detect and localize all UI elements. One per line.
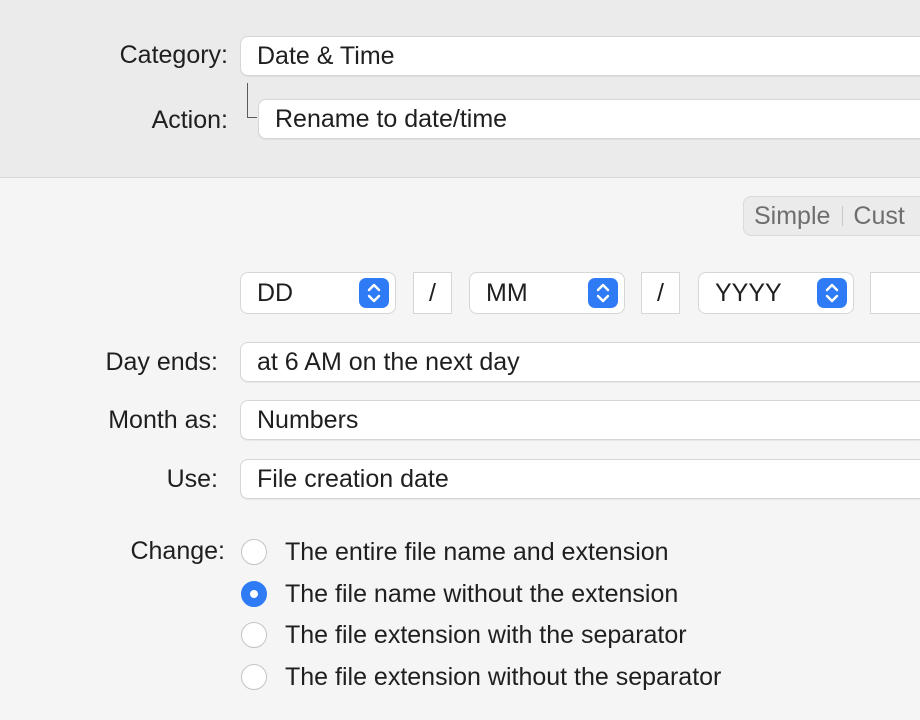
radio-label: The file name without the extension (285, 579, 679, 608)
change-option-name-only[interactable]: The file name without the extension (241, 577, 678, 611)
separator-field-2[interactable]: / (641, 272, 680, 314)
change-option-ext-without-sep[interactable]: The file extension without the separator (241, 660, 721, 694)
radio-button[interactable] (241, 539, 267, 565)
radio-button[interactable] (241, 664, 267, 690)
month-as-value: Numbers (257, 406, 359, 434)
action-label: Action: (151, 106, 228, 134)
trailing-separator-field[interactable] (870, 272, 920, 314)
radio-button[interactable] (241, 622, 267, 648)
separator-1-text: / (429, 279, 436, 307)
change-option-entire[interactable]: The entire file name and extension (241, 535, 669, 569)
action-popup[interactable]: Rename to date/time (258, 99, 920, 139)
category-label: Category: (119, 41, 228, 69)
separator-field-1[interactable]: / (413, 272, 452, 314)
day-format-popup[interactable]: DD (240, 272, 396, 314)
day-ends-label: Day ends: (105, 348, 218, 376)
simple-mode-button[interactable]: Simple (744, 197, 842, 235)
month-as-label: Month as: (108, 406, 218, 434)
category-popup[interactable]: Date & Time (240, 36, 920, 76)
change-label: Change: (130, 537, 225, 565)
change-option-ext-with-sep[interactable]: The file extension with the separator (241, 618, 687, 652)
month-format-value: MM (486, 279, 528, 307)
year-format-popup[interactable]: YYYY (698, 272, 854, 314)
month-as-popup[interactable]: Numbers (240, 400, 920, 440)
category-value: Date & Time (257, 42, 395, 70)
mode-segmented-control: Simple Cust (743, 196, 920, 236)
month-format-popup[interactable]: MM (469, 272, 625, 314)
separator-2-text: / (657, 279, 664, 307)
radio-label: The entire file name and extension (285, 537, 669, 566)
day-ends-value: at 6 AM on the next day (257, 348, 520, 376)
custom-mode-button[interactable]: Cust (843, 197, 904, 235)
day-ends-popup[interactable]: at 6 AM on the next day (240, 342, 920, 382)
radio-label: The file extension without the separator (285, 662, 722, 691)
day-format-value: DD (257, 279, 294, 307)
use-popup[interactable]: File creation date (240, 459, 920, 499)
chevron-updown-icon (588, 278, 618, 308)
action-value: Rename to date/time (275, 105, 508, 133)
radio-button-selected[interactable] (241, 581, 267, 607)
hierarchy-connector (247, 83, 257, 118)
radio-label: The file extension with the separator (285, 620, 687, 649)
chevron-updown-icon (359, 278, 389, 308)
header-panel (0, 0, 920, 178)
use-label: Use: (166, 465, 218, 493)
year-format-value: YYYY (715, 279, 782, 307)
chevron-updown-icon (817, 278, 847, 308)
use-value: File creation date (257, 465, 449, 493)
